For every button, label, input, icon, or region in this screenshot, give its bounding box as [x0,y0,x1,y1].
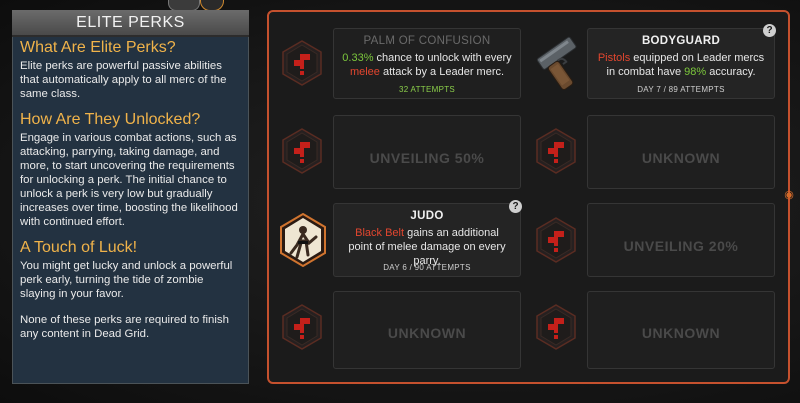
info-paragraph: Elite perks are powerful passive abiliti… [20,60,227,100]
perk-card-unveiling-50[interactable]: UNVEILING 50% [333,115,521,189]
perk-status: UNVEILING 20% [623,238,739,254]
info-panel-body: What Are Elite Perks? Elite perks are po… [20,38,242,341]
perk-card-unknown[interactable]: UNKNOWN [587,115,775,189]
question-hex-icon [281,128,323,174]
perk-card-palm-of-confusion[interactable]: PALM OF CONFUSION 0.33% chance to unlock… [333,28,521,99]
question-hex-icon [535,128,577,174]
info-heading: How Are They Unlocked? [20,111,201,128]
perk-description: Black Belt gains an additional point of … [348,227,506,267]
perk-attempts: 32 ATTEMPTS [398,85,456,94]
pistol-icon [536,36,577,91]
perk-card-unknown[interactable]: UNKNOWN [587,291,775,369]
perk-description: 0.33% chance to unlock with every melee … [342,52,512,78]
question-hex-icon [535,217,577,263]
info-heading: What Are Elite Perks? [20,39,176,56]
perk-card-judo[interactable]: JUDO Black Belt gains an additional poin… [333,203,521,277]
perk-title: JUDO [410,210,444,222]
perk-status: UNKNOWN [641,150,721,166]
question-hex-icon [281,40,323,86]
perk-card-unveiling-20[interactable]: UNVEILING 20% [587,203,775,277]
perk-status: UNVEILING 50% [369,150,485,166]
info-paragraph: Engage in various combat actions, such a… [20,132,238,228]
help-icon[interactable]: ? [763,24,776,37]
question-hex-icon [281,304,323,350]
question-hex-icon [535,304,577,350]
perk-title: PALM OF CONFUSION [363,35,491,47]
info-footer: None of these perks are required to fini… [20,314,229,340]
help-icon[interactable]: ? [509,200,522,213]
info-panel-title: ELITE PERKS [12,10,249,37]
perk-status: UNKNOWN [387,325,467,341]
skull-icon[interactable]: ◉ [783,188,795,202]
perk-attempts: DAY 6 / 90 ATTEMPTS [383,263,471,272]
fighter-icon [280,213,326,267]
perk-attempts: DAY 7 / 89 ATTEMPTS [637,85,725,94]
info-heading: A Touch of Luck! [20,239,138,256]
perk-status: UNKNOWN [641,325,721,341]
perk-description: Pistols equipped on Leader mercs in comb… [597,52,765,78]
perk-title: BODYGUARD [641,35,721,47]
info-paragraph: You might get lucky and unlock a powerfu… [20,260,233,300]
perk-card-bodyguard[interactable]: BODYGUARD Pistols equipped on Leader mer… [587,28,775,99]
perk-card-unknown[interactable]: UNKNOWN [333,291,521,369]
